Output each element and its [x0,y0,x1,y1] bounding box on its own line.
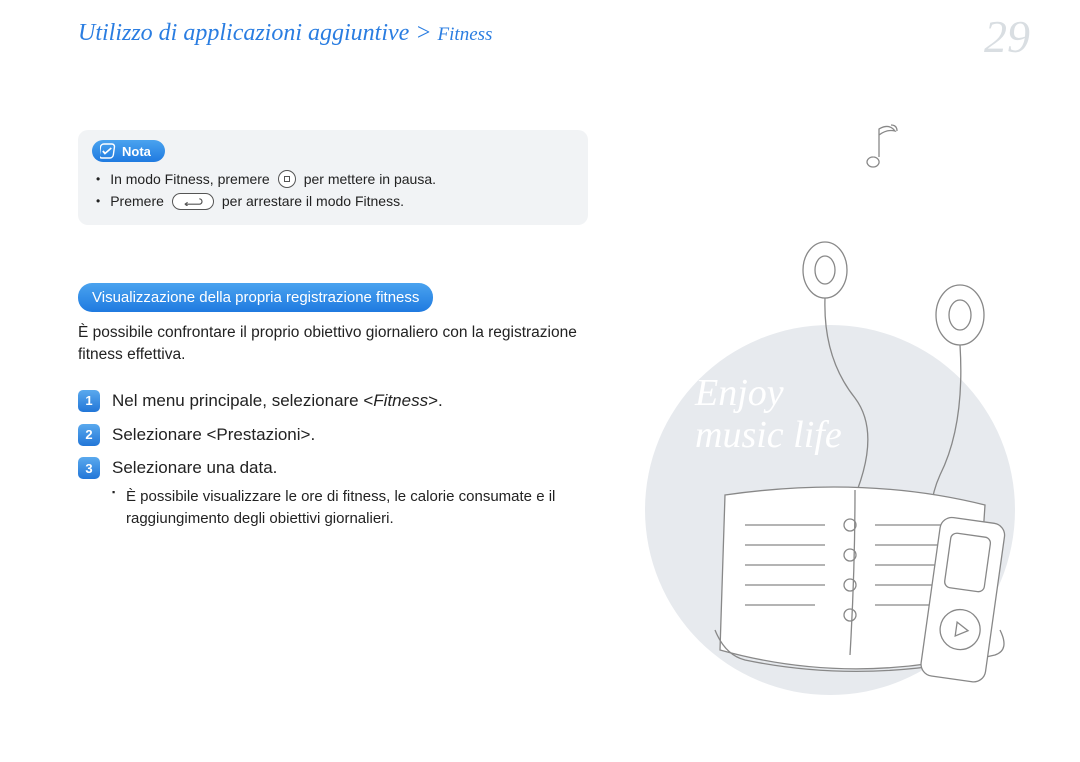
step-number: 3 [78,457,100,479]
step-1-em: Fitness [373,391,428,410]
step-1: 1 Nel menu principale, selezionare <Fitn… [78,389,588,413]
step-1-pre: Nel menu principale, selezionare < [112,391,373,410]
step-sub-list: È possibile visualizzare le ore di fitne… [112,486,588,530]
step-2-pre: Selezionare <Prestazioni>. [112,425,315,444]
music-note-icon [855,115,905,170]
nota-pill: Nota [92,140,165,162]
nota-line-2-post: per arrestare il modo Fitness. [222,190,404,212]
player-device-illustration [920,515,1010,690]
check-icon [100,143,116,159]
section: Visualizzazione della propria registrazi… [78,283,588,530]
stop-key-icon [278,170,296,188]
step-1-post: >. [428,391,443,410]
step-number: 2 [78,424,100,446]
breadcrumb-main: Utilizzo di applicazioni aggiuntive > [78,20,432,46]
page-header: Utilizzo di applicazioni aggiuntive > Fi… [78,20,1050,47]
step-text: Selezionare <Prestazioni>. [112,423,315,447]
nota-box: Nota In modo Fitness, premere per metter… [78,130,588,225]
breadcrumb: Utilizzo di applicazioni aggiuntive > Fi… [78,20,492,47]
steps-list: 1 Nel menu principale, selezionare <Fitn… [78,389,588,530]
nota-line-1-pre: In modo Fitness, premere [110,168,270,190]
page-number: 29 [984,10,1030,63]
breadcrumb-sub: Fitness [438,24,493,45]
nota-line-2-pre: Premere [110,190,164,212]
step-3-pre: Selezionare una data. [112,458,277,477]
step-3: 3 Selezionare una data. È possibile visu… [78,456,588,529]
illustration-area: Enjoy music life [645,115,1045,715]
step-sub-item: È possibile visualizzare le ore di fitne… [126,486,588,530]
nota-bullets: In modo Fitness, premere per mettere in … [92,168,574,213]
step-text: Nel menu principale, selezionare <Fitnes… [112,389,443,413]
nota-line-1-post: per mettere in pausa. [304,168,436,190]
section-heading: Visualizzazione della propria registrazi… [78,283,433,312]
nota-line-1: In modo Fitness, premere per mettere in … [96,168,574,190]
back-key-icon [172,193,214,210]
step-text: Selezionare una data. È possibile visual… [112,456,588,529]
step-number: 1 [78,390,100,412]
nota-line-2: Premere per arrestare il modo Fitness. [96,190,574,212]
nota-label: Nota [122,144,151,159]
step-2: 2 Selezionare <Prestazioni>. [78,423,588,447]
section-description: È possibile confrontare il proprio obiet… [78,322,588,367]
content-column: Nota In modo Fitness, premere per metter… [78,130,588,540]
